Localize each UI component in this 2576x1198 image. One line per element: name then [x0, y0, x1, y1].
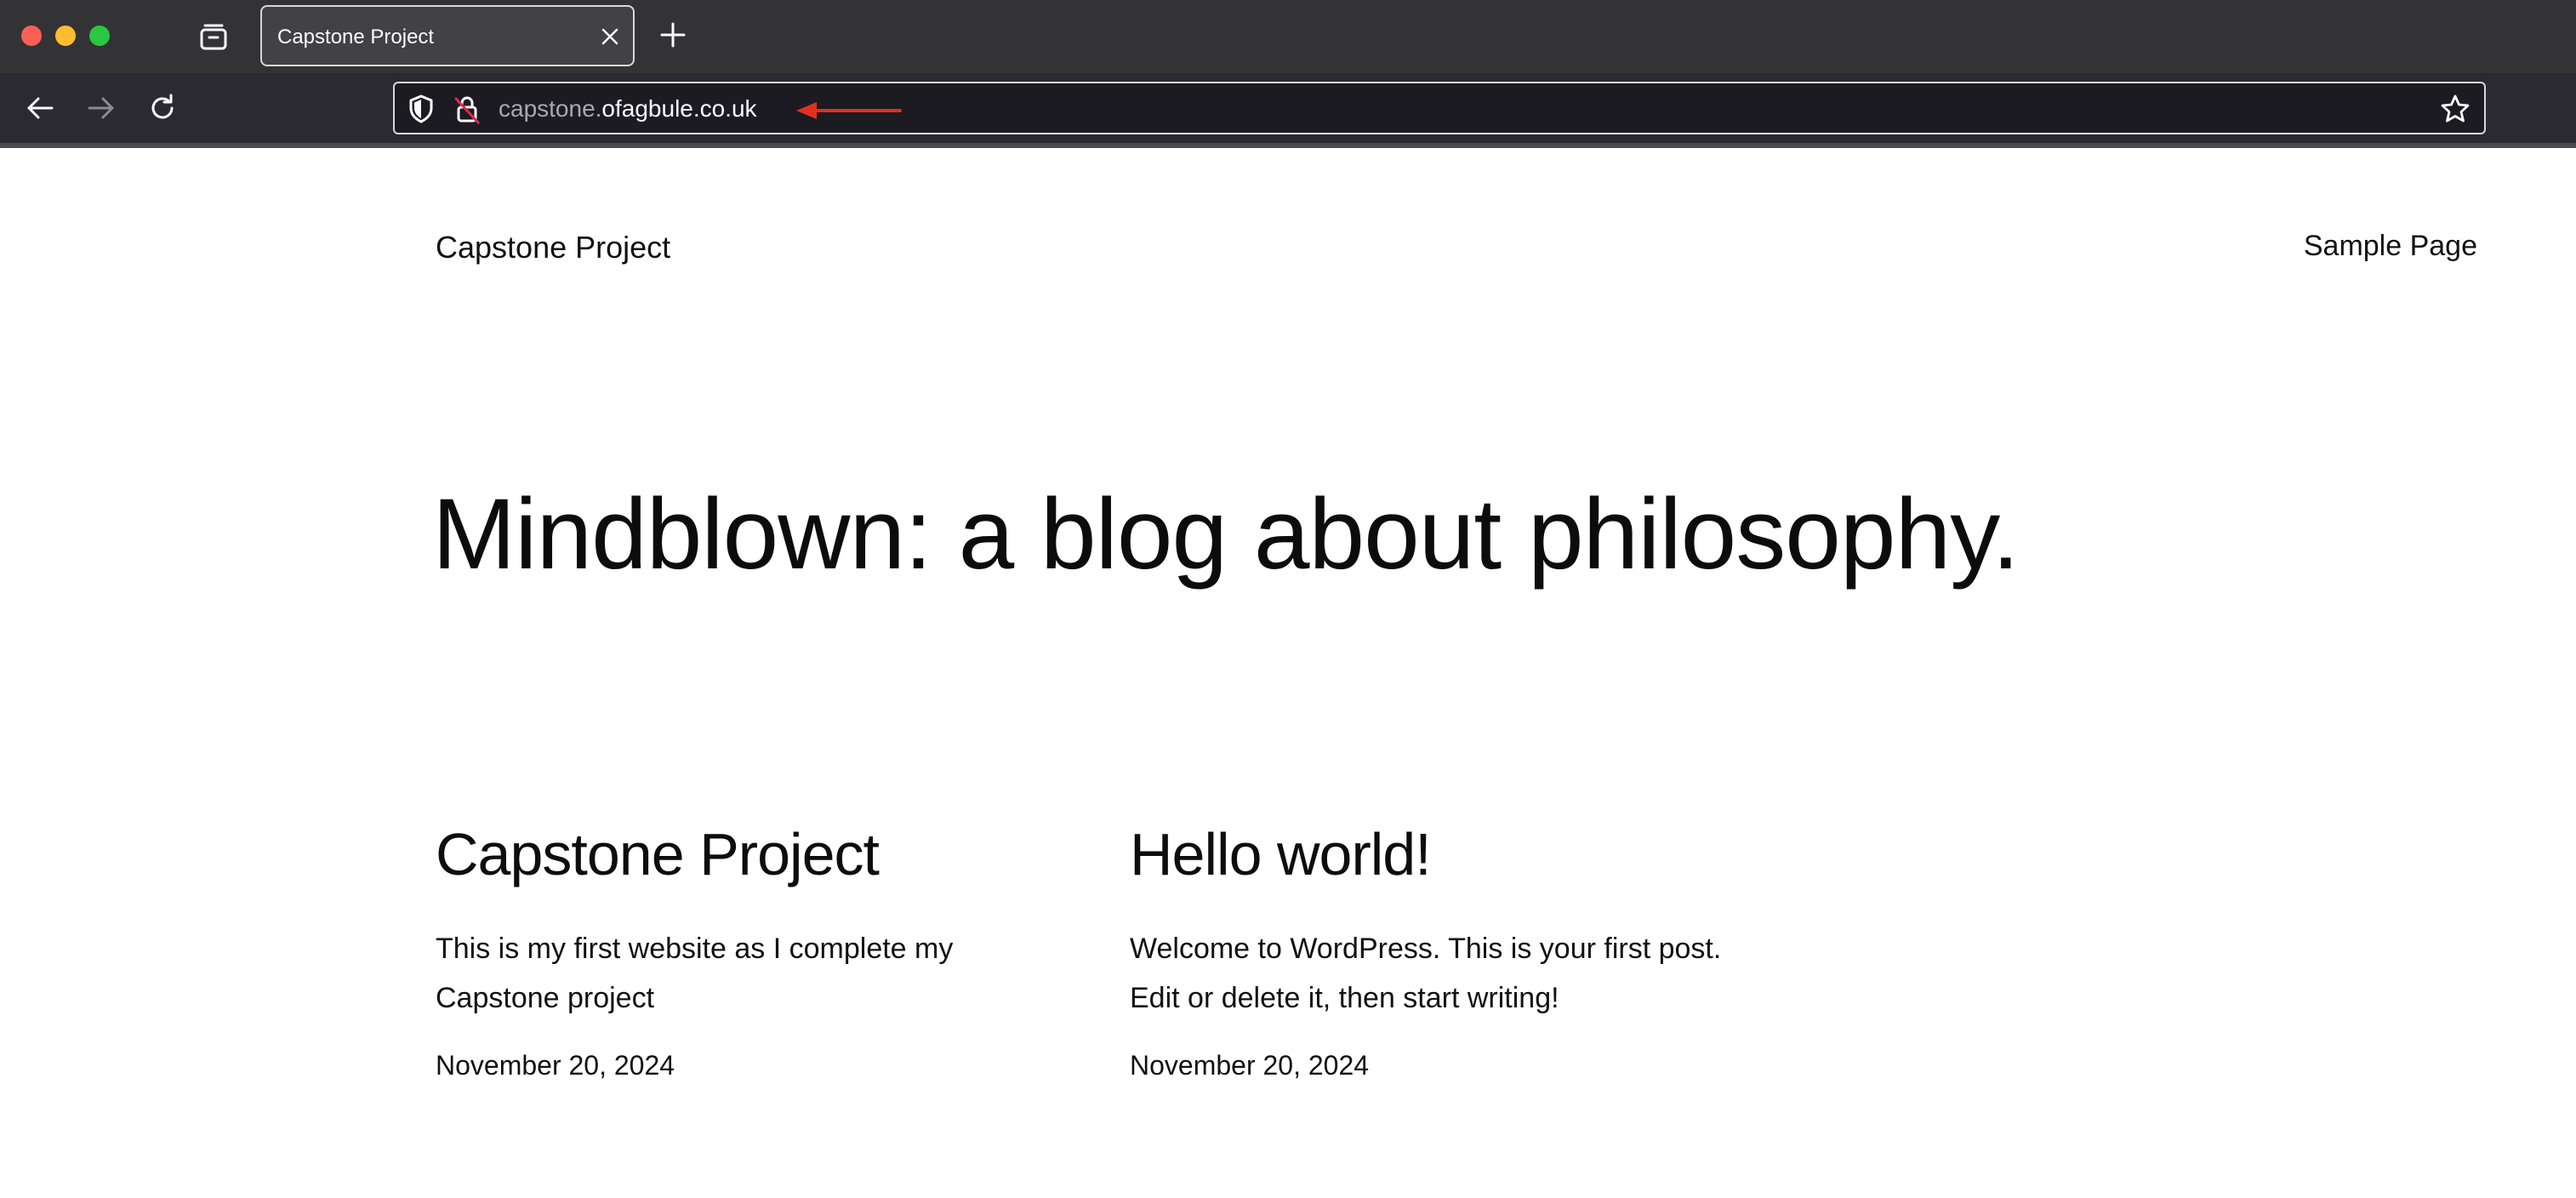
tab-active[interactable]: Capstone Project — [260, 5, 635, 66]
tabs-overview-icon[interactable] — [197, 22, 230, 51]
post-excerpt: Welcome to WordPress. This is your first… — [1130, 933, 1722, 1014]
arrow-right-icon — [88, 97, 114, 119]
page-heading: Mindblown: a blog about philosophy. — [432, 478, 2020, 590]
tab-strip: Capstone Project — [0, 0, 2576, 73]
url-domain: ofagbule.co.uk — [601, 95, 757, 122]
post-title-link[interactable]: Capstone Project — [436, 817, 1048, 892]
navigation-toolbar: capstone.ofagbule.co.uk — [0, 73, 2576, 143]
post-card: Hello world! Welcome to WordPress. This … — [1130, 817, 1742, 1081]
arrow-left-icon — [27, 97, 54, 119]
shield-icon[interactable] — [407, 94, 436, 124]
address-bar[interactable]: capstone.ofagbule.co.uk — [393, 82, 2486, 134]
post-date: November 20, 2024 — [1130, 1050, 1370, 1081]
toolbar-divider — [0, 143, 2576, 148]
annotation-arrow-icon — [796, 99, 903, 123]
site-title-link[interactable]: Capstone Project — [436, 230, 670, 265]
window-maximize-button[interactable] — [89, 26, 110, 46]
forward-button[interactable] — [85, 92, 117, 124]
window-close-button[interactable] — [21, 26, 42, 46]
post-title-link[interactable]: Hello world! — [1130, 817, 1742, 892]
url-subdomain: capstone. — [499, 95, 602, 122]
new-tab-button[interactable] — [658, 20, 687, 49]
bookmark-star-icon[interactable] — [2440, 94, 2471, 124]
post-excerpt: This is my first website as I complete m… — [436, 933, 954, 1014]
close-icon[interactable] — [599, 26, 621, 48]
post-card: Capstone Project This is my first websit… — [436, 817, 1048, 1081]
back-button[interactable] — [24, 92, 56, 124]
url-text[interactable]: capstone.ofagbule.co.uk — [499, 95, 757, 123]
reload-icon — [151, 94, 174, 119]
reload-button[interactable] — [146, 92, 179, 124]
post-date: November 20, 2024 — [436, 1050, 675, 1081]
insecure-lock-icon[interactable] — [453, 94, 482, 124]
tab-title: Capstone Project — [277, 26, 435, 48]
plus-icon — [660, 22, 686, 48]
window-minimize-button[interactable] — [55, 26, 76, 46]
nav-link-sample-page[interactable]: Sample Page — [2304, 230, 2477, 263]
